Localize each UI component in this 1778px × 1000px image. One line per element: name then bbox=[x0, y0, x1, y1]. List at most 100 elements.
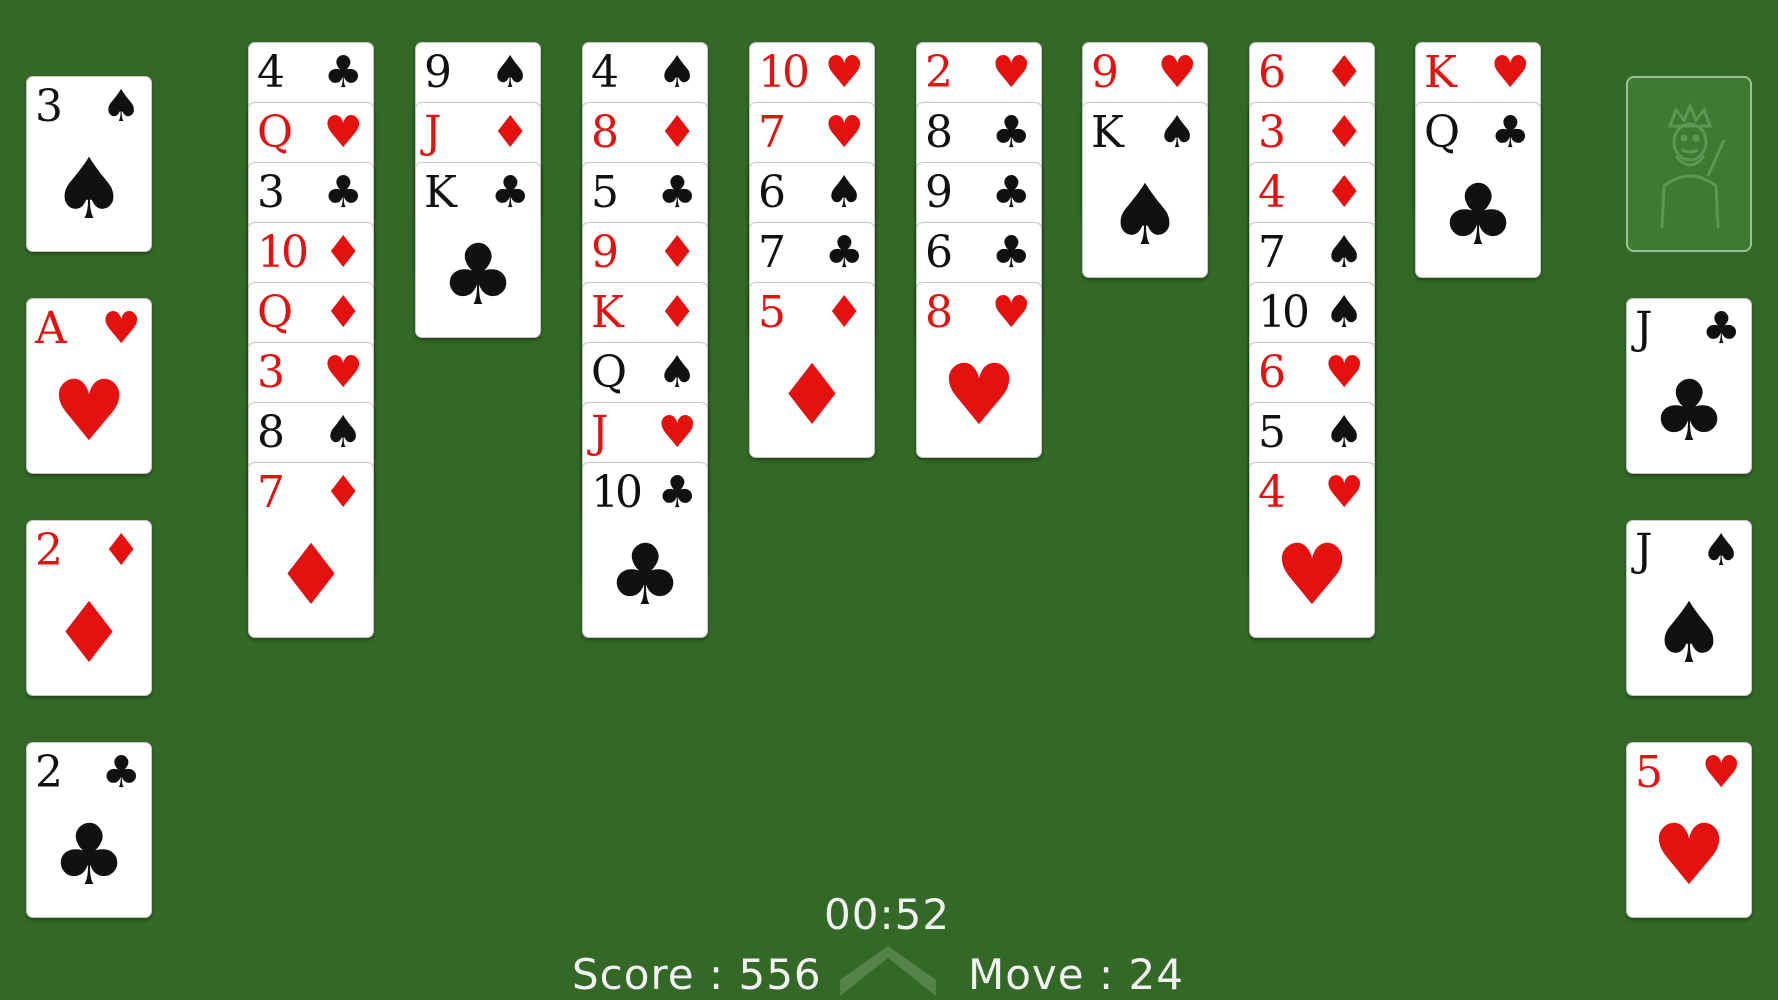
diamonds-suit-icon: ♦ bbox=[323, 227, 363, 278]
card-rank: K bbox=[1424, 47, 1457, 98]
diamonds-suit-icon: ♦ bbox=[657, 107, 697, 158]
card-rank: 5 bbox=[591, 167, 619, 218]
hearts-suit-icon: ♥ bbox=[323, 107, 363, 158]
card-rank: 10 bbox=[758, 47, 810, 98]
card-rank: 3 bbox=[35, 81, 63, 132]
card-rank: 2 bbox=[35, 525, 63, 576]
clubs-suit-icon: ♣ bbox=[824, 227, 864, 278]
card-rank: J bbox=[1635, 303, 1653, 354]
clubs-suit-icon: ♣ bbox=[991, 107, 1031, 158]
card-right-2[interactable]: 5 ♥ ♥ bbox=[1626, 742, 1752, 918]
card-col2-3[interactable]: K ♣ ♣ bbox=[415, 162, 541, 338]
card-rank: J bbox=[591, 407, 609, 458]
card-rank: Q bbox=[257, 107, 293, 158]
card-rank: Q bbox=[257, 287, 293, 338]
clubs-suit-large-icon: ♣ bbox=[51, 806, 127, 904]
expand-menu-chevron-icon[interactable] bbox=[836, 946, 940, 1000]
hearts-suit-icon: ♥ bbox=[323, 347, 363, 398]
hearts-suit-icon: ♥ bbox=[824, 47, 864, 98]
card-right-0[interactable]: J ♣ ♣ bbox=[1626, 298, 1752, 474]
hearts-suit-large-icon: ♥ bbox=[51, 362, 127, 460]
card-right-1[interactable]: J ♠ ♠ bbox=[1626, 520, 1752, 696]
spades-suit-large-icon: ♠ bbox=[1107, 166, 1183, 264]
card-left-0[interactable]: 3 ♠ ♠ bbox=[26, 76, 152, 252]
diamonds-suit-icon: ♦ bbox=[1324, 107, 1364, 158]
game-board: 3 ♠ ♠ A ♥ ♥ 2 ♦ ♦ 2 ♣ ♣ 4 ♣ ♣ Q ♥ ♥ 3 ♣ ♣ 10 ♦ ♦ Q ♦ ♦ 3 ♥ ♥ 8 ♠ ♠ 7 ♦ ♦ 9 ♠… bbox=[0, 0, 1778, 1000]
hearts-suit-icon: ♥ bbox=[1490, 47, 1530, 98]
card-col5-5[interactable]: 8 ♥ ♥ bbox=[916, 282, 1042, 458]
hearts-suit-large-icon: ♥ bbox=[1274, 526, 1350, 624]
spades-suit-icon: ♠ bbox=[1324, 407, 1364, 458]
card-left-3[interactable]: 2 ♣ ♣ bbox=[26, 742, 152, 918]
card-rank: A bbox=[35, 303, 67, 354]
card-rank: J bbox=[1635, 525, 1653, 576]
diamonds-suit-large-icon: ♦ bbox=[51, 584, 127, 682]
card-col1-8[interactable]: 7 ♦ ♦ bbox=[248, 462, 374, 638]
clubs-suit-icon: ♣ bbox=[657, 467, 697, 518]
spades-suit-icon: ♠ bbox=[1701, 525, 1741, 576]
diamonds-suit-large-icon: ♦ bbox=[273, 526, 349, 624]
clubs-suit-icon: ♣ bbox=[323, 167, 363, 218]
card-rank: 8 bbox=[591, 107, 619, 158]
card-rank: 8 bbox=[257, 407, 285, 458]
hearts-suit-icon: ♥ bbox=[824, 107, 864, 158]
card-rank: 9 bbox=[1091, 47, 1119, 98]
card-col6-2[interactable]: K ♠ ♠ bbox=[1082, 102, 1208, 278]
card-rank: K bbox=[1091, 107, 1124, 158]
spades-suit-icon: ♠ bbox=[101, 81, 141, 132]
card-rank: 6 bbox=[925, 227, 953, 278]
card-rank: K bbox=[424, 167, 457, 218]
card-rank: 9 bbox=[925, 167, 953, 218]
hearts-suit-icon: ♥ bbox=[1324, 467, 1364, 518]
card-rank: 4 bbox=[1258, 167, 1286, 218]
card-rank: 7 bbox=[1258, 227, 1286, 278]
clubs-suit-icon: ♣ bbox=[323, 47, 363, 98]
spades-suit-icon: ♠ bbox=[1324, 227, 1364, 278]
card-rank: 6 bbox=[1258, 47, 1286, 98]
diamonds-suit-icon: ♦ bbox=[1324, 47, 1364, 98]
diamonds-suit-icon: ♦ bbox=[323, 287, 363, 338]
spades-suit-icon: ♠ bbox=[1157, 107, 1197, 158]
card-rank: 8 bbox=[925, 107, 953, 158]
card-rank: 9 bbox=[591, 227, 619, 278]
card-rank: 5 bbox=[1258, 407, 1286, 458]
card-rank: 5 bbox=[758, 287, 786, 338]
game-timer: 00:52 bbox=[824, 890, 951, 939]
hearts-suit-icon: ♥ bbox=[991, 47, 1031, 98]
card-rank: 10 bbox=[591, 467, 643, 518]
card-rank: 2 bbox=[925, 47, 953, 98]
card-rank: 4 bbox=[591, 47, 619, 98]
spades-suit-large-icon: ♠ bbox=[1651, 584, 1727, 682]
card-rank: 6 bbox=[758, 167, 786, 218]
card-col4-5[interactable]: 5 ♦ ♦ bbox=[749, 282, 875, 458]
card-rank: 4 bbox=[257, 47, 285, 98]
move-counter: Move : 24 bbox=[968, 950, 1184, 999]
card-col3-8[interactable]: 10 ♣ ♣ bbox=[582, 462, 708, 638]
hearts-suit-icon: ♥ bbox=[991, 287, 1031, 338]
card-rank: 8 bbox=[925, 287, 953, 338]
spades-suit-icon: ♠ bbox=[824, 167, 864, 218]
empty-free-cell-slot[interactable] bbox=[1626, 76, 1752, 252]
card-rank: 3 bbox=[1258, 107, 1286, 158]
card-rank: K bbox=[591, 287, 624, 338]
hearts-suit-icon: ♥ bbox=[1701, 747, 1741, 798]
card-rank: 7 bbox=[758, 107, 786, 158]
clubs-suit-large-icon: ♣ bbox=[440, 226, 516, 324]
clubs-suit-large-icon: ♣ bbox=[1440, 166, 1516, 264]
hearts-suit-icon: ♥ bbox=[101, 303, 141, 354]
card-col8-2[interactable]: Q ♣ ♣ bbox=[1415, 102, 1541, 278]
card-rank: Q bbox=[1424, 107, 1460, 158]
card-left-2[interactable]: 2 ♦ ♦ bbox=[26, 520, 152, 696]
hearts-suit-icon: ♥ bbox=[1324, 347, 1364, 398]
hearts-suit-large-icon: ♥ bbox=[1651, 806, 1727, 904]
card-col7-8[interactable]: 4 ♥ ♥ bbox=[1249, 462, 1375, 638]
spades-suit-icon: ♠ bbox=[657, 47, 697, 98]
card-left-1[interactable]: A ♥ ♥ bbox=[26, 298, 152, 474]
card-rank: 2 bbox=[35, 747, 63, 798]
clubs-suit-icon: ♣ bbox=[991, 227, 1031, 278]
spades-suit-icon: ♠ bbox=[1324, 287, 1364, 338]
diamonds-suit-icon: ♦ bbox=[490, 107, 530, 158]
clubs-suit-large-icon: ♣ bbox=[607, 526, 683, 624]
card-rank: 4 bbox=[1258, 467, 1286, 518]
hearts-suit-icon: ♥ bbox=[657, 407, 697, 458]
